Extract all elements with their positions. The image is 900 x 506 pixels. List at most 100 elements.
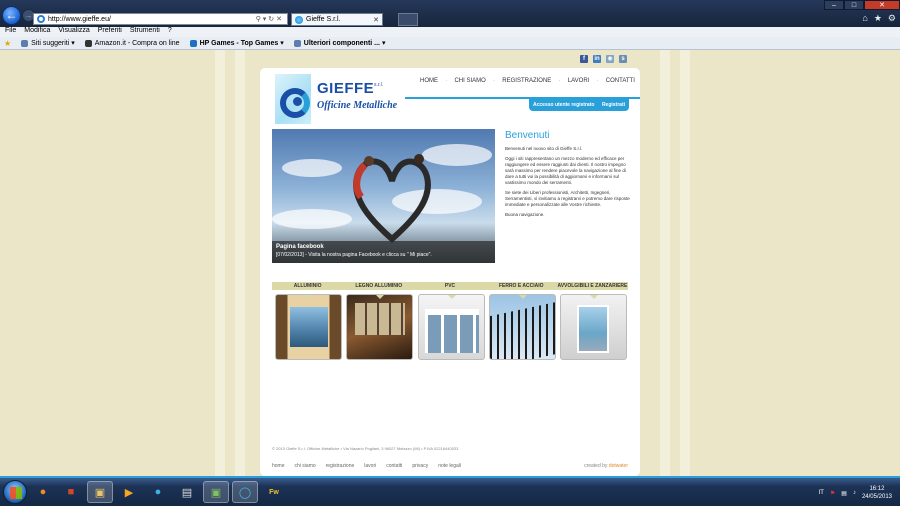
address-tools-icon[interactable]: ⚲▾↻✕	[256, 15, 287, 23]
nav-registrazione[interactable]: REGISTRAZIONE	[502, 78, 551, 84]
thumb-ferro-acciaio[interactable]	[488, 294, 556, 360]
hero-caption-title[interactable]: Pagina facebook	[276, 244, 491, 250]
address-url[interactable]: http://www.gieffe.eu/	[48, 16, 253, 23]
nav-lavori[interactable]: LAVORI	[568, 78, 590, 84]
window-view-graphic	[290, 307, 328, 347]
footer-home[interactable]: home	[272, 463, 285, 469]
fav-ulteriori[interactable]: Ulteriori componenti ... ▾	[293, 39, 385, 47]
fireworks-icon[interactable]: Fw	[261, 481, 287, 503]
menu-strumenti[interactable]: Strumenti	[130, 27, 160, 37]
skype-icon[interactable]: s	[619, 55, 627, 63]
thumb-pvc[interactable]	[417, 294, 485, 360]
action-center-icon[interactable]: ⚑	[830, 490, 835, 497]
language-indicator[interactable]: IT	[819, 490, 824, 496]
pvc-window-graphic	[424, 309, 479, 353]
credit-text: created by dotwater	[584, 463, 628, 469]
favicon-icon	[295, 15, 303, 24]
login-button[interactable]: Accesso utente registrato	[533, 102, 594, 108]
footer-note-legali[interactable]: note legali	[438, 463, 461, 469]
facebook-icon[interactable]: f	[580, 55, 588, 63]
menu-help[interactable]: ?	[168, 27, 172, 37]
category-legno-alluminio[interactable]: LEGNO ALLUMINIO	[343, 282, 414, 290]
cloud-shape	[272, 209, 352, 229]
footer-registrazione[interactable]: registrazione	[326, 463, 355, 469]
menu-preferiti[interactable]: Preferiti	[98, 27, 122, 37]
thumb-notch	[304, 295, 314, 299]
media-player-icon[interactable]: ▶	[116, 481, 142, 503]
footer-privacy[interactable]: privacy	[412, 463, 428, 469]
social-links: f in ◉ s	[580, 55, 627, 63]
close-tab-icon[interactable]: ✕	[373, 16, 379, 24]
hero-slideshow[interactable]: Pagina facebook [07/02/2013] - Visita la…	[272, 129, 495, 263]
tab-gieffe[interactable]: Gieffe S.r.l. ✕	[291, 13, 383, 26]
menu-bar: File Modifica Visualizza Preferiti Strum…	[0, 27, 900, 37]
credit-link[interactable]: dotwater	[609, 463, 628, 469]
back-button[interactable]: ←	[2, 6, 21, 25]
internet-explorer-icon[interactable]: ◯	[232, 481, 258, 503]
minimize-icon[interactable]: –	[824, 0, 844, 10]
category-pvc[interactable]: PVC	[414, 282, 485, 290]
network-icon[interactable]: ▤	[841, 490, 847, 497]
browser-chrome: ← → http://www.gieffe.eu/ ⚲▾↻✕ Gieffe S.…	[0, 0, 900, 50]
window-controls: – □ ✕	[824, 0, 900, 10]
logo-brand: GIEFFE	[317, 80, 375, 97]
instagram-icon[interactable]: ◉	[606, 55, 614, 63]
thumb-alluminio[interactable]	[275, 294, 342, 360]
explorer-folder-icon[interactable]: ▣	[87, 481, 113, 503]
linkedin-icon[interactable]: in	[593, 55, 601, 63]
screen-door-graphic	[577, 305, 609, 353]
category-alluminio[interactable]: ALLUMINIO	[272, 282, 343, 290]
nav-separator: ·	[445, 78, 448, 84]
thumb-avvolgibili[interactable]	[560, 294, 627, 360]
footer-lavori[interactable]: lavori	[364, 463, 376, 469]
skype-taskbar-icon[interactable]: ●	[145, 481, 171, 503]
category-avvolgibili[interactable]: AVVOLGIBILI E ZANZARIERE	[557, 282, 628, 290]
start-button[interactable]	[3, 480, 27, 504]
main-nav: HOME · CHI SIAMO · REGISTRAZIONE · LAVOR…	[420, 78, 635, 84]
welcome-paragraph: Se siete dei Liberi professionisti, Arch…	[505, 190, 630, 207]
maximize-icon[interactable]: □	[844, 0, 864, 10]
gear-icon[interactable]: ⚙	[888, 13, 896, 24]
office-icon[interactable]: ■	[58, 481, 84, 503]
hp-app-icon[interactable]: ▣	[203, 481, 229, 503]
fav-amazon[interactable]: Amazon.it - Compra on line	[84, 39, 180, 47]
amazon-icon	[84, 39, 92, 47]
favorites-star-icon[interactable]: ★	[874, 13, 882, 24]
copyright-text: © 2013 Gieffe S.r.l. Officine Metalliche…	[272, 446, 459, 451]
clock-date: 24/05/2013	[861, 494, 892, 500]
menu-visualizza[interactable]: Visualizza	[58, 27, 89, 37]
volume-icon[interactable]: ♪	[853, 490, 856, 496]
footer-chi-siamo[interactable]: chi siamo	[295, 463, 316, 469]
welcome-paragraph: Oggi i siti rappresentano un mezzo moder…	[505, 156, 626, 185]
register-button[interactable]: Registrati	[602, 102, 625, 108]
firefox-icon[interactable]: ●	[30, 481, 56, 503]
home-icon[interactable]: ⌂	[862, 13, 867, 24]
nav-contatti[interactable]: CONTATTI	[606, 78, 635, 84]
facade-graphic	[355, 303, 406, 335]
nav-home[interactable]: HOME	[420, 78, 438, 84]
menu-modifica[interactable]: Modifica	[24, 27, 50, 37]
footer-links: home chi siamo registrazione lavori cont…	[272, 463, 628, 469]
nav-chi-siamo[interactable]: CHI SIAMO	[454, 78, 485, 84]
footer-contatti[interactable]: contatti	[386, 463, 402, 469]
new-tab-button[interactable]	[398, 13, 418, 26]
favorites-star-icon[interactable]: ★	[4, 39, 11, 48]
clock[interactable]: 16:12 24/05/2013	[862, 485, 892, 501]
address-bar[interactable]: http://www.gieffe.eu/ ⚲▾↻✕	[33, 13, 288, 25]
hero-caption-text: [07/02/2013] - Visita la nostra pagina F…	[276, 252, 432, 258]
ie-icon	[37, 15, 45, 23]
fav-hp-games[interactable]: HP Games - Top Games ▾	[189, 39, 284, 47]
printer-icon[interactable]: ▤	[174, 481, 200, 503]
bg-stripe	[215, 50, 225, 476]
system-tray: IT ⚑ ▤ ♪ 16:12 24/05/2013	[819, 481, 900, 505]
menu-file[interactable]: File	[5, 27, 16, 37]
logo-suffix: s.r.l.	[374, 82, 384, 88]
close-window-icon[interactable]: ✕	[864, 0, 900, 10]
fav-siti-suggeriti[interactable]: Siti suggeriti ▾	[21, 39, 75, 47]
site-container: GIEFFE s.r.l. Officine Metalliche HOME ·…	[260, 68, 640, 476]
category-ferro-acciaio[interactable]: FERRO E ACCIAIO	[486, 282, 557, 290]
welcome-title: Benvenuti	[505, 130, 550, 141]
thumb-legno-alluminio[interactable]	[346, 294, 414, 360]
nav-separator: ·	[558, 78, 561, 84]
gieffe-logo[interactable]: GIEFFE s.r.l. Officine Metalliche	[272, 74, 402, 124]
